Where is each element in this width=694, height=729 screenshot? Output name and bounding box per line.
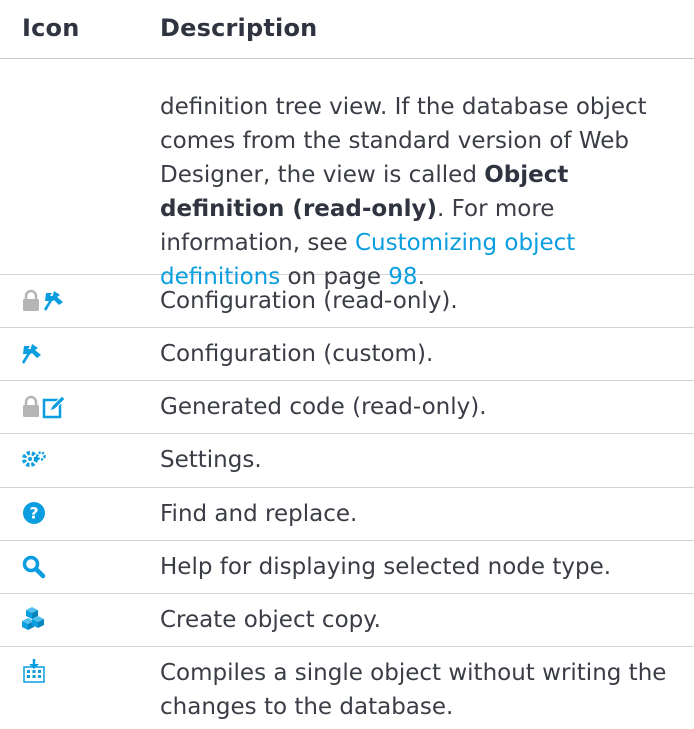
table-row: Compiles a single object without writing… [0,647,694,729]
row-description: Help for displaying selected node type. [160,554,612,580]
row-description: Compiles a single object without writing… [160,660,667,720]
continuation-text: definition tree view. If the database ob… [160,94,647,188]
table-row: Create object copy. [0,594,694,647]
table-row: Settings. [0,434,694,488]
help-icon: ? [22,501,46,525]
row-description: Generated code (read-only). [160,394,487,420]
icon-column-header: Icon [22,14,80,42]
table-row: Help for displaying selected node type. [0,541,694,594]
row-description: Configuration (read-only). [160,288,458,314]
table-row: definition tree view. If the database ob… [0,59,694,290]
cubes-icon [22,606,46,632]
table-row: ? Find and replace. [0,488,694,541]
table-row: Configuration (read-only). [0,275,694,328]
settings-icon [22,450,48,470]
lock-edit-icon [22,395,74,419]
search-icon [22,555,46,579]
config-icon [22,342,46,366]
compile-icon [22,659,46,683]
continuation-description: definition tree view. If the database ob… [160,90,680,294]
table-row: Generated code (read-only). [0,381,694,434]
icon-table: Icon Description definition tree view. I… [0,0,694,729]
table-row: Configuration (custom). [0,328,694,381]
row-description: Settings. [160,447,262,473]
table-header: Icon Description [0,0,694,59]
row-description: Configuration (custom). [160,341,434,367]
row-description: Create object copy. [160,607,381,633]
svg-text:?: ? [29,504,38,523]
description-column-header: Description [160,14,318,42]
lock-config-icon [22,289,74,313]
row-description: Find and replace. [160,501,358,527]
